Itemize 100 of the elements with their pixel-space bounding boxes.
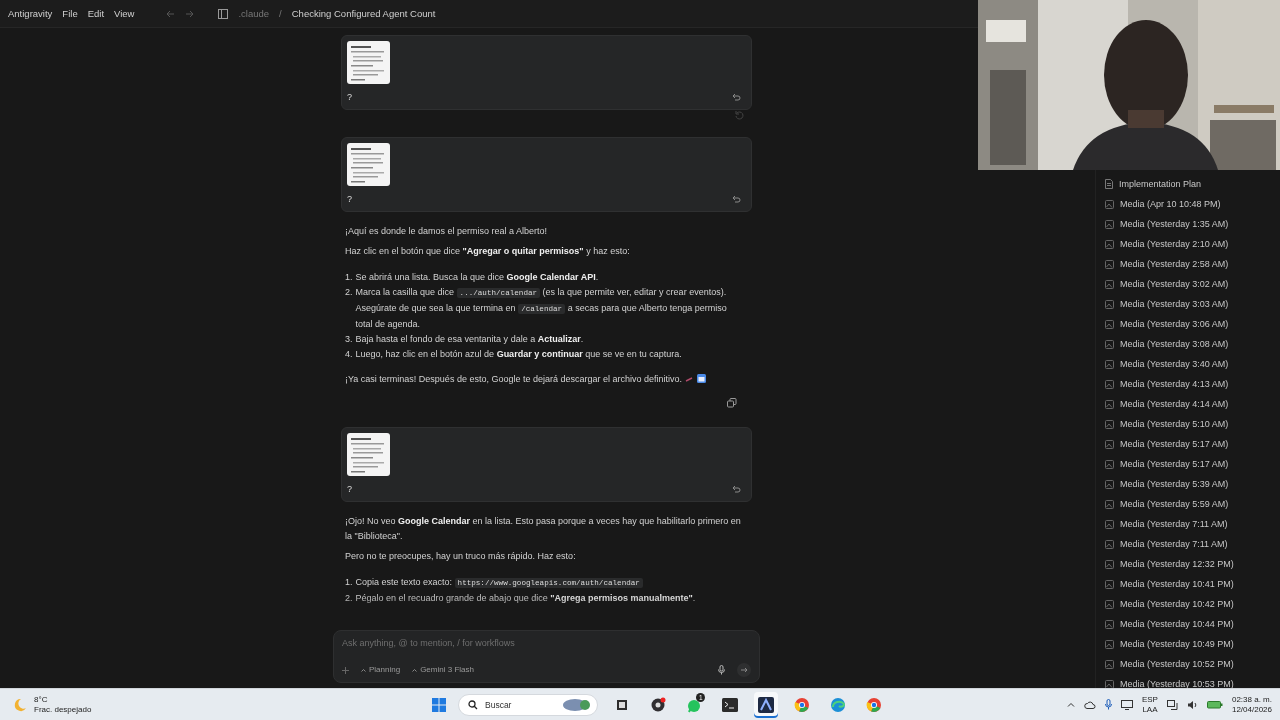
image-icon [1105, 479, 1114, 489]
back-arrow-icon[interactable] [166, 9, 176, 18]
image-icon [1105, 239, 1114, 249]
artifact-item[interactable]: Media (Yesterday 5:39 AM) [1120, 479, 1229, 489]
menu-item[interactable]: View [114, 8, 135, 19]
undo-icon[interactable] [732, 195, 741, 203]
message-text: ¡Aquí es donde le damos el permiso real a Alberto! [345, 225, 549, 238]
image-icon [1105, 399, 1114, 409]
artifact-item[interactable]: Media (Yesterday 10:44 PM) [1120, 619, 1234, 629]
input-language[interactable]: ESP [1141, 694, 1158, 705]
search-field[interactable]: Buscar [458, 693, 598, 716]
artifact-item[interactable]: Media (Yesterday 4:13 AM) [1120, 379, 1229, 389]
temperature: 8°C [34, 694, 49, 705]
image-icon [1105, 279, 1114, 289]
artifact-item[interactable]: Media (Yesterday 10:49 PM) [1120, 639, 1234, 649]
image-icon [1105, 319, 1114, 329]
keyboard-layout[interactable]: LAA [1142, 704, 1158, 715]
image-icon [1105, 579, 1114, 589]
model-selector[interactable]: Gemini 3 Flash [420, 664, 474, 676]
artifact-item[interactable]: Media (Yesterday 12:32 PM) [1120, 559, 1234, 569]
forward-arrow-icon[interactable] [185, 9, 195, 18]
image-icon [1105, 439, 1114, 449]
browser-icon[interactable] [866, 696, 882, 713]
artifact-item[interactable]: Media (Yesterday 5:10 AM) [1120, 419, 1229, 429]
artifact-item[interactable]: Media (Yesterday 3:08 AM) [1120, 339, 1229, 349]
browser-icon[interactable] [830, 696, 846, 713]
monitor-icon[interactable] [1120, 699, 1133, 710]
menu-item[interactable]: File [62, 8, 78, 19]
breadcrumb-separator: / [279, 8, 282, 19]
image-icon [1105, 639, 1114, 649]
list-item: 1. Se abrirá una lista. Busca la que dice Google Calendar API. [345, 271, 600, 284]
breadcrumb-item[interactable]: Checking Configured Agent Count [291, 8, 436, 19]
artifact-item[interactable]: Media (Yesterday 7:11 AM) [1120, 519, 1228, 529]
app-name[interactable]: Antigravity [8, 8, 53, 19]
chevron-up-icon[interactable] [1066, 702, 1075, 707]
image-icon [1105, 339, 1114, 349]
caret-icon[interactable] [361, 668, 366, 672]
artifact-item[interactable]: Media (Yesterday 10:52 PM) [1120, 659, 1234, 669]
send-button[interactable] [737, 663, 751, 677]
sidebar-toggle-icon[interactable] [218, 8, 229, 19]
image-icon [1105, 619, 1114, 629]
artifact-item[interactable]: Media (Apr 10 10:48 PM) [1120, 199, 1221, 209]
artifact-item[interactable]: Media (Yesterday 3:02 AM) [1120, 279, 1229, 289]
artifact-item[interactable]: Media (Yesterday 10:42 PM) [1120, 599, 1234, 609]
copy-icon[interactable] [727, 398, 737, 408]
start-icon[interactable] [432, 697, 446, 712]
image-icon [1105, 219, 1114, 229]
message-text: ¡Ojo! No veo Google Calendar en la lista. Esto pasa porque a veces hay que habilitarlo primero en la "Biblioteca". [345, 515, 742, 543]
image-icon [1105, 499, 1114, 509]
terminal-icon[interactable] [722, 697, 738, 712]
artifact-item[interactable]: Media (Yesterday 3:40 AM) [1120, 359, 1229, 369]
artifact-item[interactable]: Media (Yesterday 7:11 AM) [1120, 539, 1228, 549]
image-icon [1105, 359, 1114, 369]
artifact-item[interactable]: Media (Yesterday 3:03 AM) [1120, 299, 1229, 309]
artifact-item[interactable]: Media (Yesterday 3:06 AM) [1120, 319, 1229, 329]
speaker-icon[interactable] [1186, 699, 1198, 710]
artifact-item[interactable]: Media (Yesterday 5:59 AM) [1120, 499, 1229, 509]
breadcrumb-item[interactable]: .claude [238, 8, 270, 19]
undo-icon[interactable] [732, 93, 741, 101]
list-item: 4. Luego, haz clic en el botón azul de Guardar y continuar que se ve en tu captura. [345, 348, 683, 361]
artifact-item[interactable]: Media (Yesterday 4:14 AM) [1120, 399, 1229, 409]
message-text: ? [347, 91, 352, 103]
artifact-item[interactable]: Media (Yesterday 1:35 AM) [1120, 219, 1229, 229]
artifact-item[interactable]: Media (Yesterday 10:41 PM) [1120, 579, 1234, 589]
browser-icon[interactable] [794, 696, 810, 713]
network-icon[interactable] [1166, 699, 1178, 710]
document-icon [1105, 179, 1113, 189]
prompt-input-field[interactable]: Ask anything, @ to mention, / for workflows [342, 638, 751, 648]
clock-time[interactable]: 02:38 a. m. [1231, 694, 1272, 705]
clock-date[interactable]: 12/04/2026 [1231, 704, 1272, 715]
undo-icon[interactable] [732, 485, 741, 493]
microphone-icon[interactable] [1104, 699, 1112, 710]
artifact-item[interactable]: Implementation Plan [1119, 179, 1202, 189]
menu-item[interactable]: Edit [87, 8, 105, 19]
weather-condition: Frac. despejado [34, 704, 92, 715]
microphone-icon[interactable] [718, 665, 725, 675]
image-icon [1105, 539, 1114, 549]
triangle-arch-icon[interactable] [758, 696, 774, 713]
recorder-icon[interactable] [650, 696, 666, 713]
mode-selector[interactable]: Planning [369, 664, 401, 676]
window-icon[interactable] [615, 697, 629, 712]
artifact-item[interactable]: Media (Yesterday 5:17 AM) [1120, 459, 1229, 469]
cloud-icon[interactable] [1083, 700, 1096, 709]
artifact-item[interactable]: Media (Yesterday 5:17 AM) [1120, 439, 1229, 449]
message-text: ? [347, 483, 352, 495]
image-icon [1105, 599, 1114, 609]
battery-icon[interactable] [1206, 700, 1223, 709]
message-text: ? [347, 193, 352, 205]
artifact-item[interactable]: Media (Yesterday 2:10 AM) [1120, 239, 1229, 249]
image-icon [1105, 199, 1114, 209]
moon-cloud-icon [12, 696, 28, 713]
message-text: Pero no te preocupes, hay un truco más rápido. Haz esto: [345, 550, 577, 563]
image-icon [1105, 659, 1114, 669]
caret-icon[interactable] [412, 668, 418, 672]
search-icon [468, 699, 478, 710]
artifact-item[interactable]: Media (Yesterday 10:53 PM) [1120, 679, 1234, 688]
add-icon[interactable] [342, 666, 349, 674]
artifact-item[interactable]: Media (Yesterday 2:58 AM) [1120, 259, 1229, 269]
arrow-icon [740, 667, 748, 673]
message-text: Haz clic en el botón que dice "Agregar o quitar permisos" y haz esto: [345, 245, 631, 258]
